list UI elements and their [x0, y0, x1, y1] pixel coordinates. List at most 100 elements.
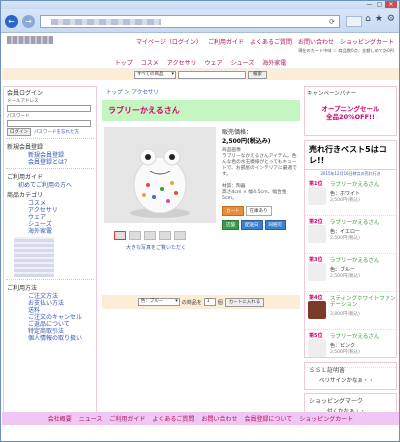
ranking-item[interactable]: 第1位 ラブリーかえるさん 色：ホワイト 2,500円(税込) — [305, 178, 396, 216]
search-input[interactable] — [178, 70, 246, 79]
variant-select[interactable]: 色：ブルー — [137, 298, 180, 306]
search-button[interactable]: 検索 — [248, 70, 267, 79]
email-field[interactable] — [7, 105, 91, 112]
guide-link[interactable]: ご利用ガイド — [208, 37, 244, 46]
footer-link[interactable]: 会社概要 — [48, 414, 72, 423]
thumbnail[interactable] — [174, 231, 186, 240]
rank-thumbnail[interactable] — [308, 339, 326, 357]
login-button[interactable]: ログイン — [7, 128, 31, 136]
campaign-banner[interactable]: キャンペーンバナー オープニングセール 全品20%OFF!! — [304, 86, 397, 136]
thumbnail[interactable] — [159, 231, 171, 240]
breadcrumb-category[interactable]: アクセサリ — [132, 90, 159, 96]
frog-figurine-image — [104, 127, 216, 223]
forgot-password-link[interactable]: パスワードを忘れた方 — [31, 129, 79, 135]
nav-top[interactable]: トップ — [115, 58, 133, 67]
maximize-button[interactable]: ▢ — [375, 1, 384, 8]
howto-link[interactable]: 送料 — [28, 307, 96, 314]
forward-button[interactable]: → — [22, 15, 35, 28]
category-link[interactable]: アクセサリ — [28, 207, 96, 214]
star-icon[interactable]: ★ — [375, 14, 383, 24]
zoom-link[interactable]: 大きな写真をご覧いただく — [126, 244, 186, 251]
cart-link[interactable]: ショッピングカート — [340, 37, 394, 46]
rank-color: 色：ホワイト — [330, 191, 361, 197]
site-footer: 会社概要 ニュース ご利用ガイド よくあるご質問 お問い合わせ 会員登録について… — [2, 412, 399, 425]
quantity-input[interactable]: 1 — [203, 298, 216, 306]
howto-link[interactable]: 特定商取引法 — [28, 328, 96, 335]
guide-links: 初めてご利用の方へ — [4, 182, 96, 189]
category-link[interactable]: シューズ — [28, 221, 96, 228]
footer-link[interactable]: 会員登録について — [244, 414, 292, 423]
back-button[interactable]: ← — [5, 15, 18, 28]
ranking-item[interactable]: 第2位 ラブリーかえるさん 色：イエロー 2,500円(税込) — [305, 216, 396, 254]
ranking-item[interactable]: 第4位 スティングホワイトファンデーション 3,800円(税込) — [305, 292, 396, 330]
nav-shoes[interactable]: シューズ — [231, 58, 255, 67]
nav-accessory[interactable]: アクセサリ — [167, 58, 197, 67]
contact-link[interactable]: お問い合わせ — [298, 37, 334, 46]
rank-number: 第3位 — [309, 257, 323, 263]
about-member-link[interactable]: 会員登録とは？ — [28, 159, 96, 166]
add-to-cart-button[interactable]: カートに入れる — [224, 297, 265, 307]
first-time-link[interactable]: 初めてご利用の方へ — [18, 182, 96, 189]
home-icon[interactable]: ⌂ — [365, 14, 371, 24]
password-field[interactable] — [7, 120, 91, 127]
search-category-select[interactable]: すべての商品 — [134, 70, 176, 79]
qty-label: の商品を — [181, 299, 202, 306]
nav-appliance[interactable]: 海外家電 — [262, 58, 286, 67]
site-logo[interactable] — [7, 36, 53, 44]
rank-price: 3,800円(税込) — [330, 312, 360, 317]
main-content: トップ ＞ アクセサリ ラブリーかえるさん 販売価格： 2,500円(税込み) … — [102, 86, 300, 424]
category-link[interactable]: 海外家電 — [28, 228, 96, 235]
thumbnail[interactable] — [144, 231, 156, 240]
rank-name[interactable]: スティングホワイトファンデーション — [330, 296, 396, 308]
footer-link[interactable]: ニュース — [79, 414, 103, 423]
gear-icon[interactable]: ⚙ — [387, 14, 395, 24]
ranking-item[interactable]: 第3位 ラブリーかえるさん 色：ブルー 2,500円(税込) — [305, 254, 396, 292]
product-image[interactable] — [104, 127, 216, 223]
rank-color: 色：ピンク — [330, 343, 356, 349]
minimize-button[interactable]: — — [365, 1, 374, 8]
category-link[interactable]: コスメ — [28, 200, 96, 207]
rank-name[interactable]: ラブリーかえるさん — [330, 220, 396, 226]
footer-link[interactable]: よくあるご質問 — [152, 414, 194, 423]
close-button[interactable]: ✕ — [385, 1, 397, 8]
cart-tag: カート — [222, 206, 244, 216]
ranking-date: 2015年12月16日時点の売れ行き — [320, 171, 381, 176]
footer-link[interactable]: ショッピングカート — [299, 414, 353, 423]
register-link[interactable]: 新規会員登録 — [28, 152, 96, 159]
howto-link[interactable]: ご返品について — [28, 321, 96, 328]
stock-tag: 在庫あり — [245, 206, 272, 216]
rank-thumbnail[interactable] — [308, 301, 326, 319]
arrow-left-icon: ← — [8, 17, 15, 26]
howto-link[interactable]: ご注文方法 — [28, 293, 96, 300]
nav-wear[interactable]: ウェア — [205, 58, 223, 67]
thumbnail[interactable] — [129, 231, 141, 240]
rank-thumbnail[interactable] — [308, 225, 326, 243]
footer-link[interactable]: ご利用ガイド — [109, 414, 145, 423]
banner-title: キャンペーンバナー — [307, 91, 357, 97]
ranking-item[interactable]: 第5位 ラブリーかえるさん 色：ピンク 2,500円(税込) — [305, 330, 396, 368]
rank-thumbnail[interactable] — [308, 263, 326, 281]
faq-link[interactable]: よくあるご質問 — [250, 37, 292, 46]
rank-thumbnail[interactable] — [308, 187, 326, 205]
product-info: 販売価格： 2,500円(税込み) 商品画像 ラブリーなかえるさんアイテム。色ん… — [222, 127, 298, 230]
category-link[interactable]: ウェア — [28, 214, 96, 221]
thumbnail[interactable] — [114, 231, 126, 240]
breadcrumb-home[interactable]: トップ — [106, 90, 123, 96]
howto-link[interactable]: ご注文のキャンセル — [28, 314, 96, 321]
refresh-icon[interactable]: ⟳ — [329, 18, 335, 26]
address-bar[interactable]: ⟳ — [40, 15, 340, 28]
howto-link[interactable]: 個人情報の取り扱い — [28, 335, 96, 342]
browser-tab[interactable] — [346, 16, 362, 27]
rank-name[interactable]: ラブリーかえるさん — [330, 258, 396, 264]
product-tags-2: 店舗 配送日 同梱可 — [222, 220, 298, 230]
mypage-link[interactable]: マイページ（ログイン） — [136, 37, 202, 46]
search-bar: すべての商品 検索 — [2, 69, 399, 80]
nav-cosme[interactable]: コスメ — [141, 58, 159, 67]
rank-name[interactable]: ラブリーかえるさん — [330, 182, 396, 188]
howto-link[interactable]: お支払い方法 — [28, 300, 96, 307]
footer-link[interactable]: お問い合わせ — [201, 414, 237, 423]
browser-toolbar: ← → ⟳ ⌂ ★ ⚙ — [1, 9, 399, 33]
howto-links: ご注文方法 お支払い方法 送料 ご注文のキャンセル ご返品について 特定商取引法… — [4, 293, 96, 342]
rank-name[interactable]: ラブリーかえるさん — [330, 334, 396, 340]
category-title: 商品カテゴリ — [7, 192, 44, 199]
